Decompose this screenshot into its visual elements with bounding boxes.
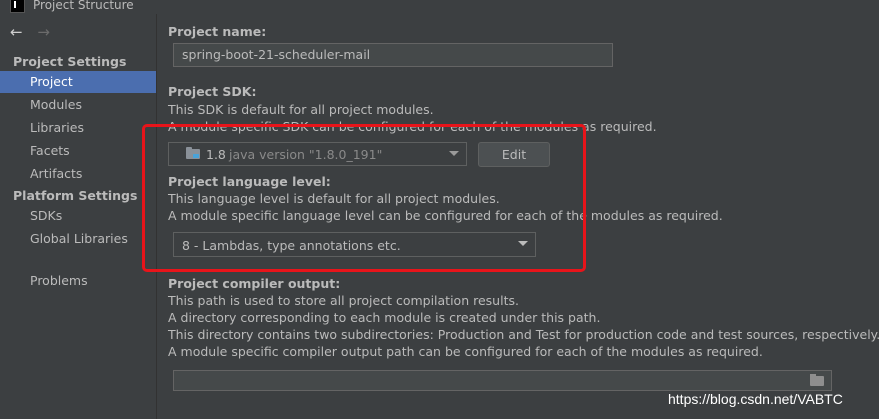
window-title: Project Structure [33,0,134,12]
compiler-output-desc-1: This path is used to store all project c… [168,293,519,308]
intellij-app-icon [10,0,25,13]
compiler-output-path-input[interactable] [173,370,832,391]
sidebar-item-project[interactable]: Project [0,71,156,93]
project-sdk-dropdown[interactable]: 1.8 java version "1.8.0_191" [168,142,467,166]
title-bar: Project Structure [0,0,879,14]
project-settings-header: Project Settings [13,54,127,69]
watermark: https://blog.csdn.net/VABTC [668,391,843,407]
project-sdk-label: Project SDK: [168,84,257,99]
nav-arrows: ← → [10,25,50,40]
language-level-desc-1: This language level is default for all p… [168,191,500,206]
project-sdk-desc-2: A module specific SDK can be configured … [168,119,657,134]
platform-settings-header: Platform Settings [13,188,138,203]
language-level-label: Project language level: [168,174,331,189]
forward-arrow-icon[interactable]: → [37,23,50,41]
browse-folder-icon[interactable] [810,374,824,386]
project-name-label: Project name: [168,24,267,39]
sdk-folder-icon [186,147,200,159]
sdk-name: 1.8 [206,147,226,162]
chevron-down-icon [449,151,459,156]
project-sdk-desc-1: This SDK is default for all project modu… [168,102,434,117]
compiler-output-desc-2: A directory corresponding to each module… [168,310,601,325]
back-arrow-icon[interactable]: ← [10,23,23,41]
sidebar-item-artifacts[interactable]: Artifacts [0,163,156,185]
compiler-output-desc-4: A module specific compiler output path c… [168,344,763,359]
sidebar-item-modules[interactable]: Modules [0,94,156,116]
language-level-dropdown[interactable]: 8 - Lambdas, type annotations etc. [173,232,536,257]
language-level-value: 8 - Lambdas, type annotations etc. [182,238,401,253]
project-settings-panel: Project name: spring-boot-21-scheduler-m… [157,14,879,419]
edit-sdk-button[interactable]: Edit [478,142,550,167]
compiler-output-desc-3: This directory contains two subdirectori… [168,327,879,342]
sdk-version: java version "1.8.0_191" [229,147,383,162]
chevron-down-icon [518,241,528,246]
project-name-input[interactable]: spring-boot-21-scheduler-mail [173,43,613,67]
sidebar-item-libraries[interactable]: Libraries [0,117,156,139]
language-level-desc-2: A module specific language level can be … [168,208,723,223]
sidebar-item-global-libraries[interactable]: Global Libraries [0,228,156,250]
sidebar-item-problems[interactable]: Problems [0,270,156,292]
compiler-output-label: Project compiler output: [168,276,341,291]
sidebar-item-sdks[interactable]: SDKs [0,205,156,227]
sidebar: ← → Project Settings Project Modules Lib… [0,14,157,419]
sidebar-item-facets[interactable]: Facets [0,140,156,162]
